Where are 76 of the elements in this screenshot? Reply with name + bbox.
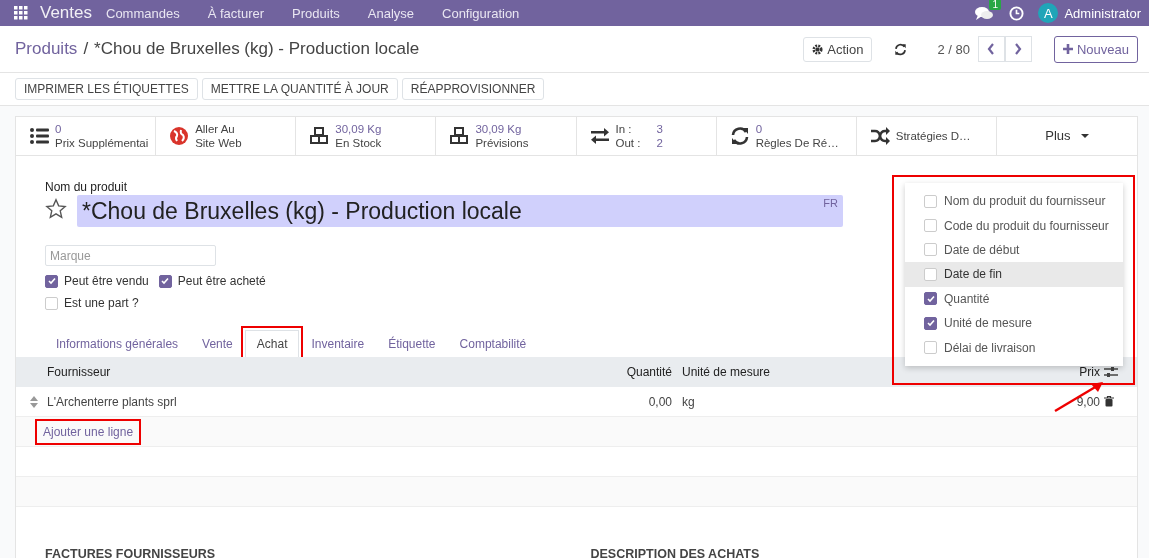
refresh-icon[interactable] [894,42,908,56]
menu-option[interactable]: Délai de livraison [944,340,1036,355]
checkbox-label[interactable]: Peut être vendu [64,274,149,288]
list-icon [29,126,49,146]
tab[interactable]: Vente [190,330,245,357]
record-title: *Chou de Bruxelles (kg) - Production locale [94,39,420,59]
checkbox-label[interactable]: Peut être acheté [177,274,266,288]
tab[interactable]: Inventaire [299,330,377,357]
language-tag[interactable]: FR [823,196,838,210]
new-button[interactable]: Nouveau [1053,35,1138,63]
product-name-field[interactable]: *Chou de Bruxelles (kg) - Production locale FR [77,195,843,227]
tab[interactable]: Informations générales [44,330,191,357]
checkbox-label[interactable]: Est une part ? [64,296,139,310]
menu-option[interactable]: Nom du produit du fournisseur [944,194,1106,209]
drag-handle-icon[interactable] [30,395,38,408]
field-label: Nom du produit [45,180,129,194]
trash-icon[interactable] [1104,396,1114,407]
menu-item[interactable]: Produits [292,5,340,21]
globe-icon [169,126,190,146]
cubes-icon [309,126,330,146]
chevron-left-icon [987,43,996,55]
section-heading: DESCRIPTION DES ACHATS [590,547,1108,558]
section-heading: FACTURES FOURNISSEURS [45,547,563,558]
checkbox[interactable] [158,274,172,288]
column-header[interactable]: Prix [962,365,1104,379]
checkmark-icon [926,294,935,303]
apps-menu-icon[interactable] [14,6,28,20]
column-header[interactable]: Unité de mesure [676,365,962,379]
tab[interactable]: Comptabilité [447,330,539,357]
clock-icon[interactable] [1009,5,1025,21]
menu-option[interactable]: Date de fin [944,267,1003,282]
action-button[interactable]: Action [803,36,873,62]
previous-button[interactable] [977,36,1005,62]
chat-icon[interactable] [975,5,994,21]
breadcrumb-link[interactable]: Produits [15,39,78,59]
next-button[interactable] [1004,36,1032,62]
table-cell-text: 9,00 [1075,394,1101,409]
menu-item[interactable]: Analyse [367,5,414,21]
user-name[interactable]: Administrator [1064,5,1141,21]
gear-icon [812,43,824,55]
menu-option[interactable]: Quantité [944,291,990,306]
checkmark-icon [161,277,170,285]
table-cell-text: L'Archenterre plants sprl [46,394,178,409]
header-button[interactable]: METTRE LA QUANTITÉ À JOUR [201,78,398,100]
shuffle-icon [869,126,890,146]
tab[interactable]: Étiquette [376,330,448,357]
breadcrumb-separator: / [83,39,89,59]
checkmark-icon [926,319,935,328]
header-button[interactable]: IMPRIMER LES ÉTIQUETTES [15,78,198,100]
menu-option[interactable]: Unité de mesure [944,316,1033,331]
refresh-icon [729,126,750,146]
chevron-right-icon [1014,43,1023,55]
menu-option[interactable]: Code du produit du fournisseur [944,218,1109,233]
plus-icon [1062,44,1073,54]
checkbox[interactable] [924,316,937,330]
column-header[interactable]: Quantité [586,365,676,379]
cubes-icon [449,126,470,146]
column-options-icon[interactable] [1104,366,1118,378]
column-header[interactable]: Fournisseur [41,365,586,379]
checkbox[interactable] [45,274,58,288]
menu-item[interactable]: Configuration [442,5,520,21]
checkbox[interactable] [924,292,937,306]
menu-item[interactable]: À facturer [207,5,265,21]
pager-value: 2 / 80 [937,41,970,57]
header-button[interactable]: RÉAPPROVISIONNER [401,78,545,100]
menu-item[interactable]: Commandes [106,5,180,21]
star-icon[interactable] [45,198,67,220]
message-count-badge: 1 [989,0,1001,10]
table-cell-text: 0,00 [647,394,673,409]
checkmark-icon [47,277,56,285]
app-name[interactable]: Ventes [40,3,92,23]
menu-option[interactable]: Date de début [944,242,1020,257]
annotation-arrow [1053,381,1105,413]
table-cell-text: kg [681,394,696,409]
brand-field[interactable]: Marque [45,245,216,266]
exchange-arrows-icon [589,126,610,146]
